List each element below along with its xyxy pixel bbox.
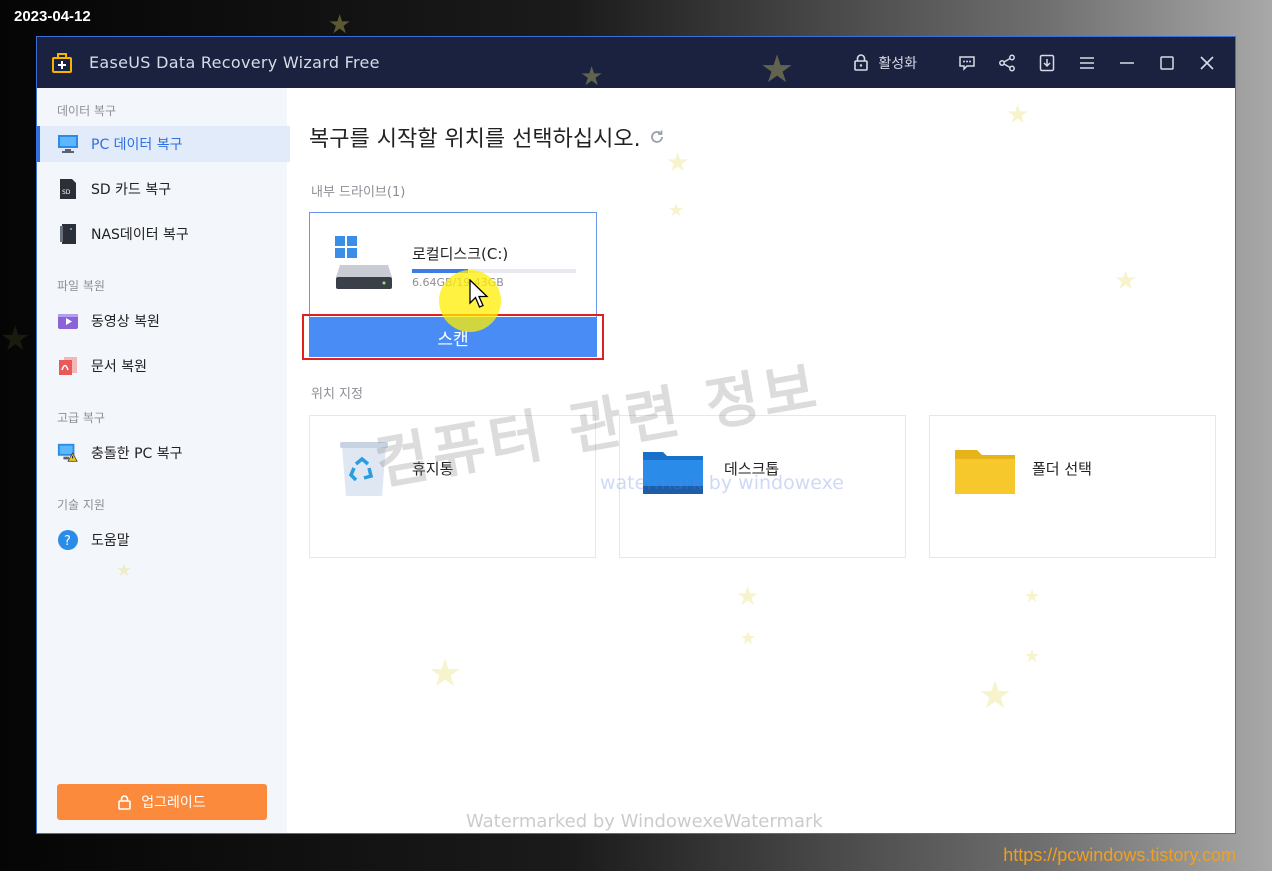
- star-decoration: ★: [740, 628, 757, 649]
- close-icon: [1200, 55, 1214, 70]
- date-stamp: 2023-04-12: [14, 8, 91, 25]
- download-button[interactable]: [1027, 43, 1067, 83]
- sidebar-item-label: 도움말: [91, 533, 130, 549]
- sidebar-item-crashed-pc[interactable]: 충돌한 PC 복구: [37, 435, 287, 471]
- location-folder-select[interactable]: 폴더 선택: [929, 415, 1216, 558]
- sidebar: 데이터 복구 PC 데이터 복구 SD SD 카드 복구 NAS데이터 복구 파…: [37, 88, 290, 833]
- drive-name: 로컬디스크(C:): [412, 245, 509, 263]
- video-icon: [57, 310, 79, 332]
- watermark-bottom: Watermarked by WindowexeWatermark: [466, 811, 823, 832]
- document-icon: [57, 355, 79, 377]
- activate-button[interactable]: 활성화: [854, 53, 917, 73]
- sidebar-item-pc-recovery[interactable]: PC 데이터 복구: [37, 126, 290, 162]
- close-button[interactable]: [1187, 43, 1227, 83]
- sidebar-item-label: 동영상 복원: [91, 314, 160, 330]
- monitor-icon: [57, 133, 79, 155]
- star-decoration: ★: [1006, 100, 1030, 130]
- maximize-icon: [1160, 55, 1174, 70]
- lock-icon: [854, 54, 869, 71]
- maximize-button[interactable]: [1147, 43, 1187, 83]
- star-decoration: ★: [1024, 646, 1041, 667]
- app-logo-icon: [52, 52, 72, 73]
- lock-icon: [118, 794, 132, 810]
- svg-text:?: ?: [64, 534, 71, 549]
- download-icon: [1039, 54, 1055, 71]
- star-decoration: ★: [978, 673, 1013, 717]
- watermark-sub: watermark by windowexe: [600, 472, 844, 494]
- share-icon: [999, 54, 1015, 71]
- mouse-cursor-icon: [469, 279, 489, 308]
- sidebar-item-video[interactable]: 동영상 복원: [37, 303, 287, 339]
- folder-icon: [955, 450, 1015, 494]
- title-bar: EaseUS Data Recovery Wizard Free 활성화: [37, 37, 1235, 88]
- star-decoration: ★: [760, 47, 795, 91]
- refresh-icon[interactable]: [649, 129, 665, 145]
- star-decoration: ★: [736, 582, 760, 612]
- section-label-data-recovery: 데이터 복구: [57, 104, 117, 118]
- sidebar-item-label: NAS데이터 복구: [91, 227, 189, 243]
- star-decoration: ★: [116, 560, 133, 581]
- svg-text:SD: SD: [62, 189, 71, 196]
- sidebar-item-help[interactable]: ? 도움말: [37, 522, 287, 558]
- app-title: EaseUS Data Recovery Wizard Free: [89, 53, 380, 72]
- location-label-folder-select: 폴더 선택: [1032, 460, 1092, 478]
- star-decoration: ★: [580, 62, 604, 92]
- star-decoration: ★: [666, 148, 690, 178]
- hard-drive-icon: [335, 236, 392, 289]
- internal-drives-label: 내부 드라이브(1): [311, 185, 406, 200]
- sidebar-item-sd-card[interactable]: SD SD 카드 복구: [37, 171, 287, 207]
- star-decoration: ★: [428, 651, 463, 695]
- feedback-icon: [959, 55, 975, 71]
- star-decoration: ★: [668, 200, 685, 221]
- sidebar-item-label: SD 카드 복구: [91, 182, 172, 198]
- section-label-support: 기술 지원: [57, 498, 105, 512]
- share-button[interactable]: [987, 43, 1027, 83]
- star-decoration: ★: [0, 319, 31, 359]
- nas-icon: [57, 223, 79, 245]
- feedback-button[interactable]: [947, 43, 987, 83]
- sidebar-item-document[interactable]: 문서 복원: [37, 348, 287, 384]
- upgrade-button[interactable]: 업그레이드: [57, 784, 267, 820]
- location-label: 위치 지정: [311, 387, 363, 402]
- menu-icon: [1080, 56, 1094, 69]
- upgrade-label: 업그레이드: [141, 795, 206, 811]
- page-title: 복구를 시작할 위치를 선택하십시오.: [309, 121, 665, 153]
- star-decoration: ★: [328, 10, 352, 40]
- sidebar-item-label: 문서 복원: [91, 359, 147, 375]
- drive-usage-bar: [412, 269, 576, 273]
- sidebar-item-label: 충돌한 PC 복구: [91, 446, 183, 462]
- activate-label: 활성화: [878, 55, 917, 72]
- menu-button[interactable]: [1067, 43, 1107, 83]
- site-url-stamp: https://pcwindows.tistory.com: [1003, 845, 1236, 865]
- page-title-text: 복구를 시작할 위치를 선택하십시오.: [309, 127, 641, 152]
- section-label-file-restore: 파일 복원: [57, 279, 105, 293]
- minimize-icon: [1120, 61, 1134, 64]
- sidebar-item-label: PC 데이터 복구: [91, 137, 183, 153]
- help-icon: ?: [57, 529, 79, 551]
- star-decoration: ★: [1024, 586, 1041, 607]
- sidebar-item-nas[interactable]: NAS데이터 복구: [37, 216, 287, 252]
- minimize-button[interactable]: [1107, 43, 1147, 83]
- crashed-pc-icon: [57, 442, 79, 464]
- section-label-advanced: 고급 복구: [57, 411, 105, 425]
- sd-card-icon: SD: [57, 178, 79, 200]
- star-decoration: ★: [1114, 266, 1138, 296]
